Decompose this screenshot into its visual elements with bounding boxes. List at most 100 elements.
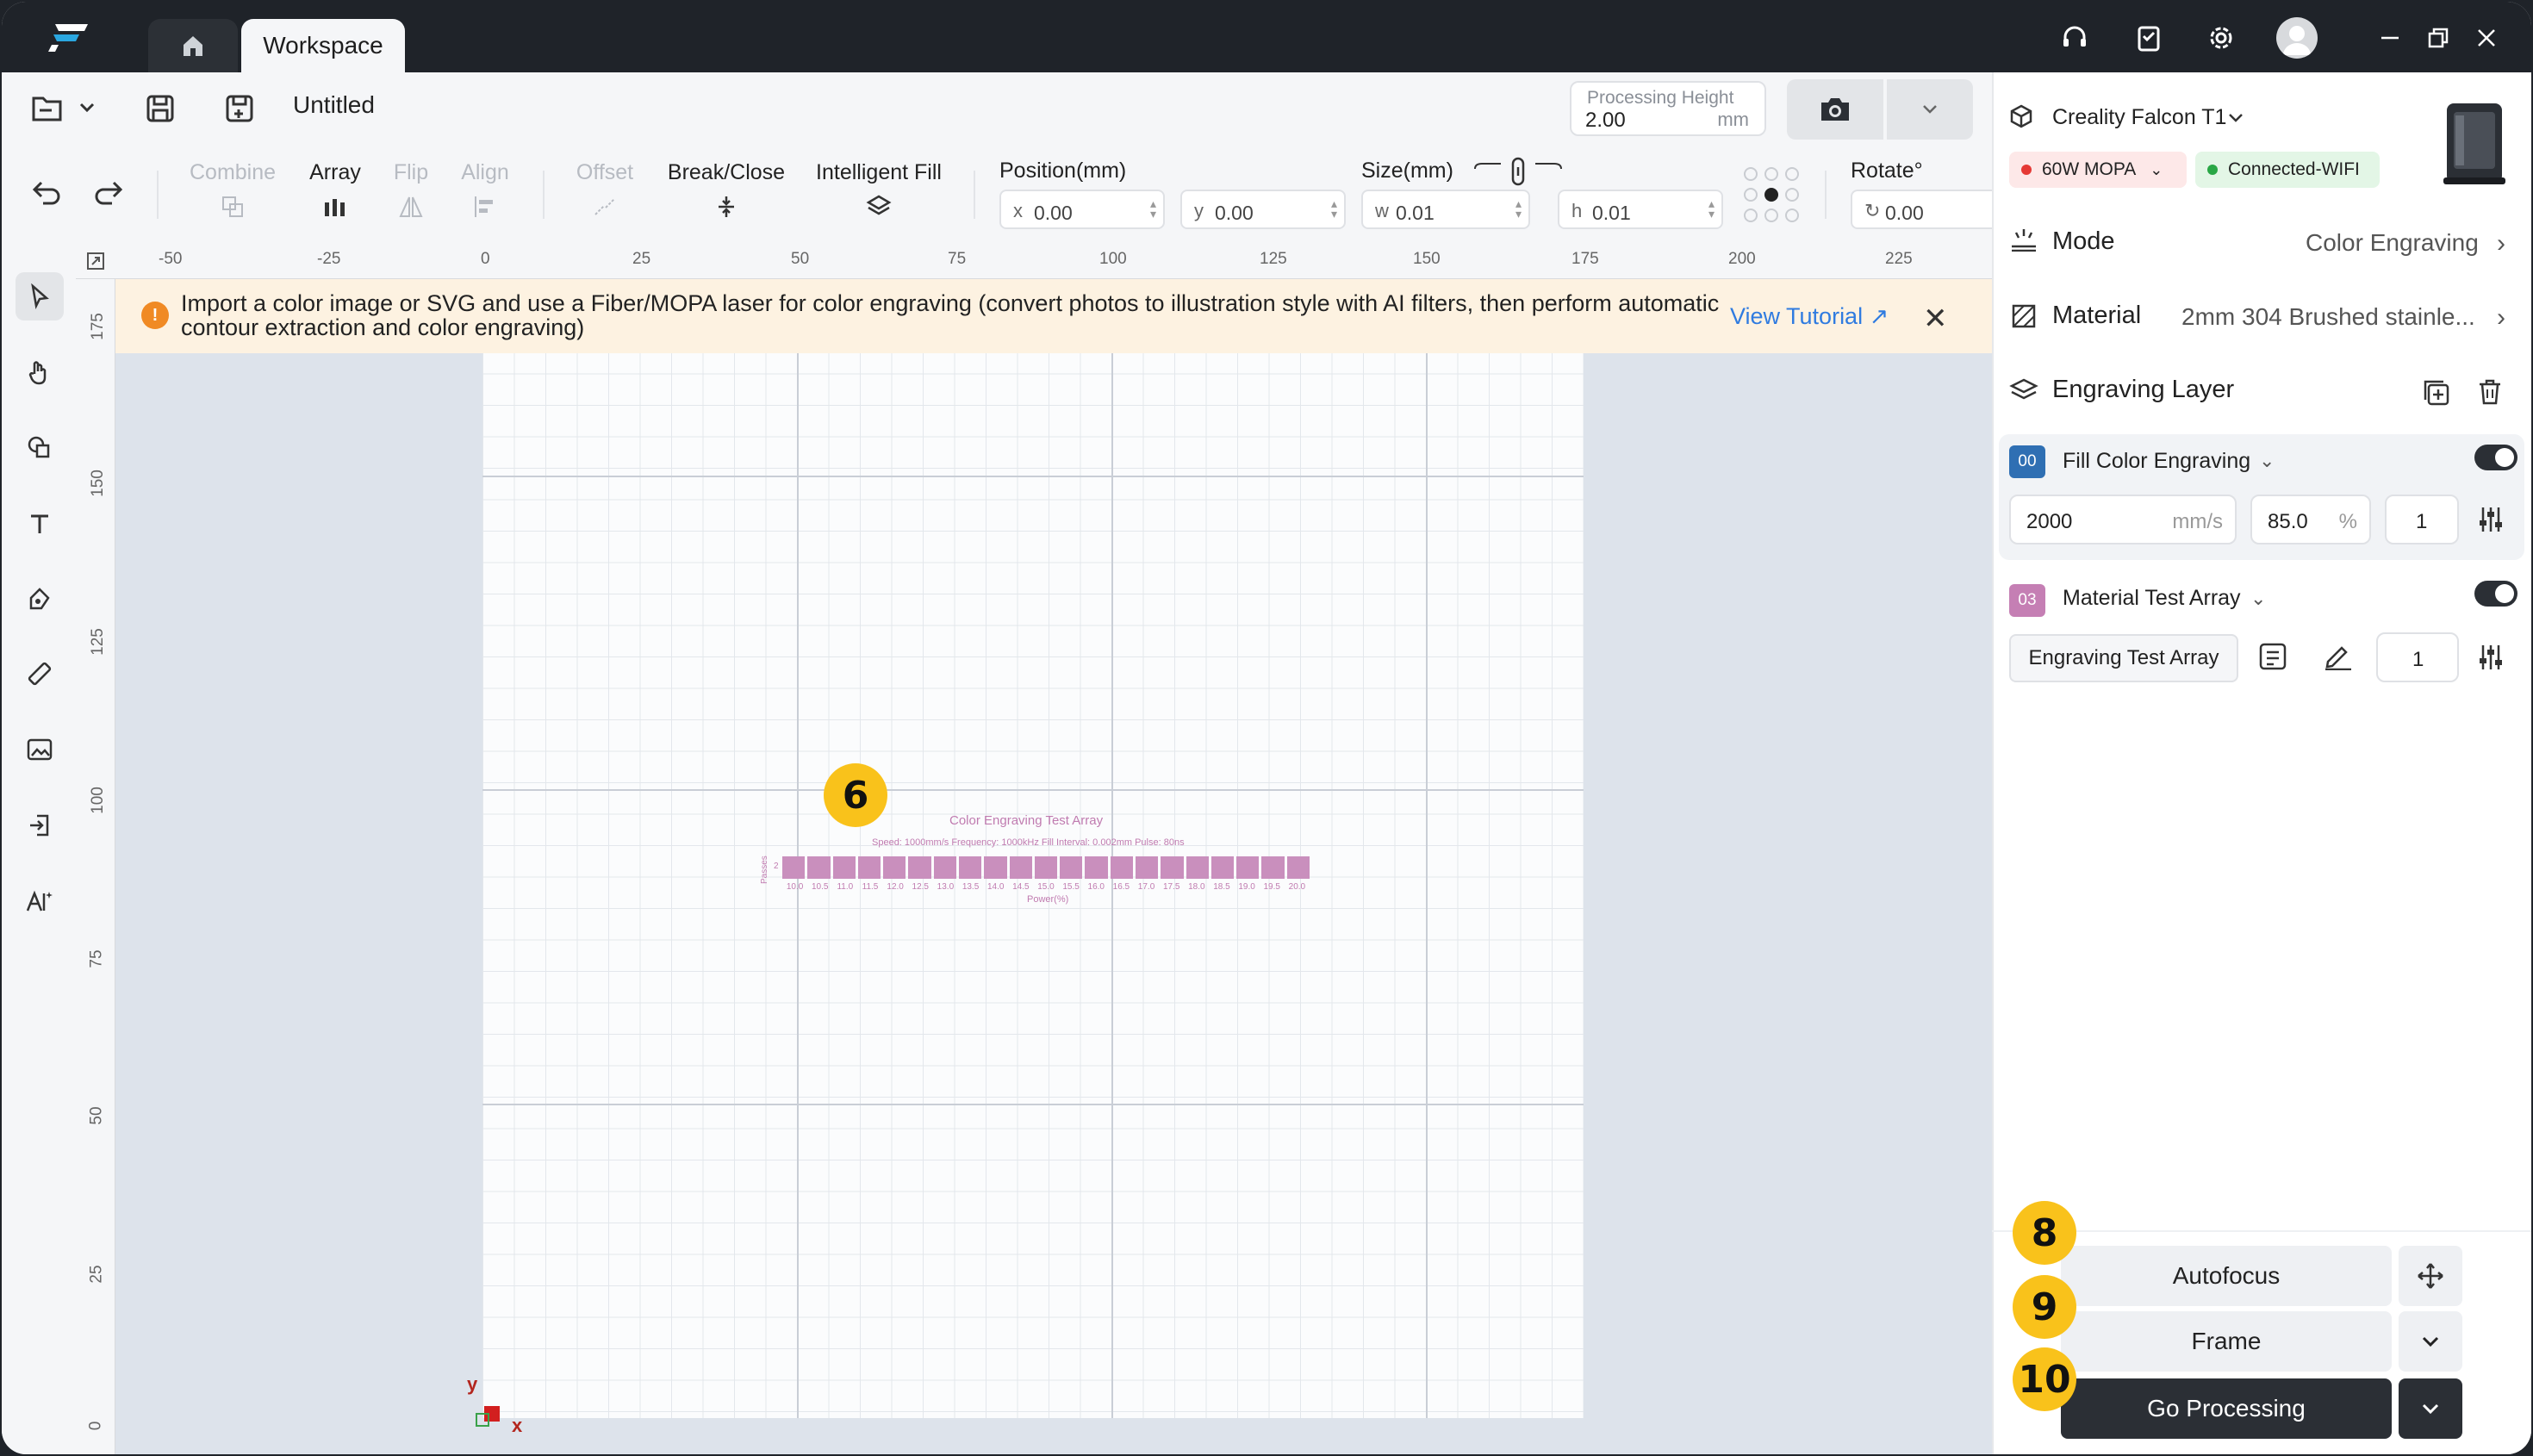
task-list-icon[interactable] [2132, 21, 2166, 55]
test-array-power-label: 15.5 [1062, 882, 1080, 892]
offset-tool[interactable]: Offset [574, 160, 636, 220]
flip-tool[interactable]: Flip [389, 160, 433, 220]
camera-dropdown-button[interactable] [1887, 79, 1973, 140]
test-array-power-label: 14.5 [1012, 882, 1030, 892]
align-tool[interactable]: Align [458, 160, 512, 220]
combine-tool[interactable]: Combine [190, 160, 276, 220]
import-tool-button[interactable] [16, 801, 64, 849]
ruler-tick: 150 [88, 470, 107, 497]
tab-workspace[interactable]: Workspace [241, 19, 405, 72]
shapes-tool-button[interactable] [16, 424, 64, 472]
undo-icon[interactable] [31, 179, 62, 209]
processing-height-value[interactable]: 2.00 [1585, 109, 1626, 133]
autofocus-button[interactable]: Autofocus [2061, 1246, 2392, 1306]
test-array-power-label: 10.0 [786, 882, 804, 892]
layer-advanced-settings-icon[interactable] [2476, 505, 2505, 538]
add-layer-icon[interactable] [2421, 377, 2452, 413]
restore-window-icon[interactable] [2421, 21, 2455, 55]
edit-pencil-icon[interactable] [2323, 643, 2354, 675]
processing-height-field[interactable]: Processing Height 2.00 mm [1570, 81, 1766, 136]
break-close-tool[interactable]: Break/Close [667, 160, 786, 220]
go-processing-dropdown-button[interactable] [2399, 1378, 2462, 1439]
support-headset-icon[interactable] [2057, 21, 2092, 55]
laser-type-chip[interactable]: 60W MOPA ⌄ [2009, 152, 2187, 188]
view-tutorial-link[interactable]: View Tutorial ↗ [1730, 303, 1889, 330]
ai-sparkle-icon [26, 890, 53, 912]
material-value[interactable]: 2mm 304 Brushed stainle... [2181, 303, 2485, 331]
toolbar-divider [974, 171, 975, 219]
image-icon [27, 738, 53, 761]
move-arrows-icon [2418, 1263, 2443, 1289]
save-preset-icon[interactable] [2257, 641, 2288, 676]
test-array-grid[interactable] [782, 856, 1310, 879]
document-title[interactable]: Untitled [293, 91, 375, 119]
layer-visibility-toggle[interactable] [2474, 581, 2517, 607]
ruler-tick: 0 [86, 1421, 105, 1431]
anchor-point-grid[interactable] [1742, 165, 1801, 228]
image-tool-button[interactable] [16, 725, 64, 774]
stepper-icon[interactable]: ▴ ▾ [1150, 197, 1156, 220]
stepper-icon[interactable]: ▴ ▾ [1331, 197, 1337, 220]
save-icon[interactable] [145, 93, 176, 128]
layer-index-badge: 00 [2009, 445, 2045, 478]
ruler-tick: 175 [1571, 250, 1599, 268]
layer-advanced-settings-icon[interactable] [2476, 643, 2505, 676]
layer-visibility-toggle[interactable] [2474, 445, 2517, 470]
test-array-power-label: 16.0 [1087, 882, 1105, 892]
ai-tool-button[interactable] [16, 877, 64, 925]
frame-button[interactable]: Frame [2061, 1311, 2392, 1372]
stepper-icon[interactable]: ▴ ▾ [1708, 197, 1715, 220]
chevron-down-icon [2422, 1336, 2439, 1347]
layer-dropdown-chevron-icon[interactable]: ⌄ [2250, 588, 2266, 610]
material-chevron-right-icon[interactable]: › [2497, 303, 2505, 333]
open-dropdown-chevron-icon[interactable] [78, 98, 96, 121]
array-tool[interactable]: Array [303, 160, 367, 220]
home-tab[interactable] [148, 19, 238, 72]
layer-name[interactable]: Fill Color Engraving [2063, 449, 2250, 474]
size-height-field[interactable]: h 0.01 ▴ ▾ [1558, 190, 1723, 229]
layer-speed-field[interactable]: 2000 mm/s [2009, 495, 2237, 544]
intelligent-fill-tool[interactable]: Intelligent Fill [815, 160, 943, 220]
mode-chevron-right-icon[interactable]: › [2497, 229, 2505, 258]
ruler-tick: 50 [791, 250, 810, 268]
user-avatar[interactable] [2276, 17, 2318, 59]
open-file-icon[interactable] [31, 93, 65, 128]
go-processing-button[interactable]: Go Processing [2061, 1378, 2392, 1439]
size-width-field[interactable]: w 0.01 ▴ ▾ [1361, 190, 1530, 229]
banner-close-icon[interactable]: ✕ [1923, 302, 1948, 336]
settings-gear-icon[interactable] [2204, 21, 2238, 55]
layer-passes-field[interactable]: 1 [2385, 495, 2459, 544]
mode-value[interactable]: Color Engraving [2306, 229, 2479, 257]
frame-dropdown-button[interactable] [2399, 1311, 2462, 1372]
camera-button[interactable] [1787, 79, 1883, 140]
fit-view-icon[interactable] [86, 252, 105, 271]
position-x-field[interactable]: x 0.00 ▴ ▾ [999, 190, 1165, 229]
close-window-icon[interactable] [2469, 21, 2504, 55]
redo-icon[interactable] [93, 179, 124, 209]
callout-badge-10: 10 [2013, 1347, 2076, 1411]
layer-name[interactable]: Material Test Array [2063, 586, 2241, 611]
connection-status-chip[interactable]: Connected-WIFI [2195, 152, 2380, 188]
engraving-test-array-button[interactable]: Engraving Test Array [2009, 634, 2238, 682]
minimize-icon[interactable] [2373, 21, 2407, 55]
device-name[interactable]: Creality Falcon T1 [2052, 105, 2226, 130]
save-as-icon[interactable] [224, 93, 255, 128]
device-dropdown-chevron-icon[interactable] [2226, 109, 2245, 132]
text-tool-button[interactable] [16, 500, 64, 548]
hand-pan-tool-button[interactable] [16, 348, 64, 396]
select-tool-button[interactable] [16, 272, 64, 320]
layer-dropdown-chevron-icon[interactable]: ⌄ [2259, 450, 2275, 472]
layer-power-field[interactable]: 85.0 % [2250, 495, 2371, 544]
work-area[interactable] [482, 279, 1584, 1418]
position-y-field[interactable]: y 0.00 ▴ ▾ [1180, 190, 1346, 229]
pen-tool-button[interactable] [16, 576, 64, 624]
move-crosshair-button[interactable] [2399, 1246, 2462, 1306]
delete-layer-trash-icon[interactable] [2476, 377, 2504, 411]
stepper-icon[interactable]: ▴ ▾ [1515, 197, 1522, 220]
camera-icon [1821, 98, 1849, 121]
rotate-field[interactable]: ↻ 0.00 [1851, 190, 1992, 229]
lock-aspect-link-icon[interactable] [1473, 157, 1563, 192]
measure-tool-button[interactable] [16, 650, 64, 698]
app-window: Workspace Untitled Processing Height 2.0… [2, 2, 2531, 1454]
layer-passes-field[interactable]: 1 [2376, 632, 2459, 682]
